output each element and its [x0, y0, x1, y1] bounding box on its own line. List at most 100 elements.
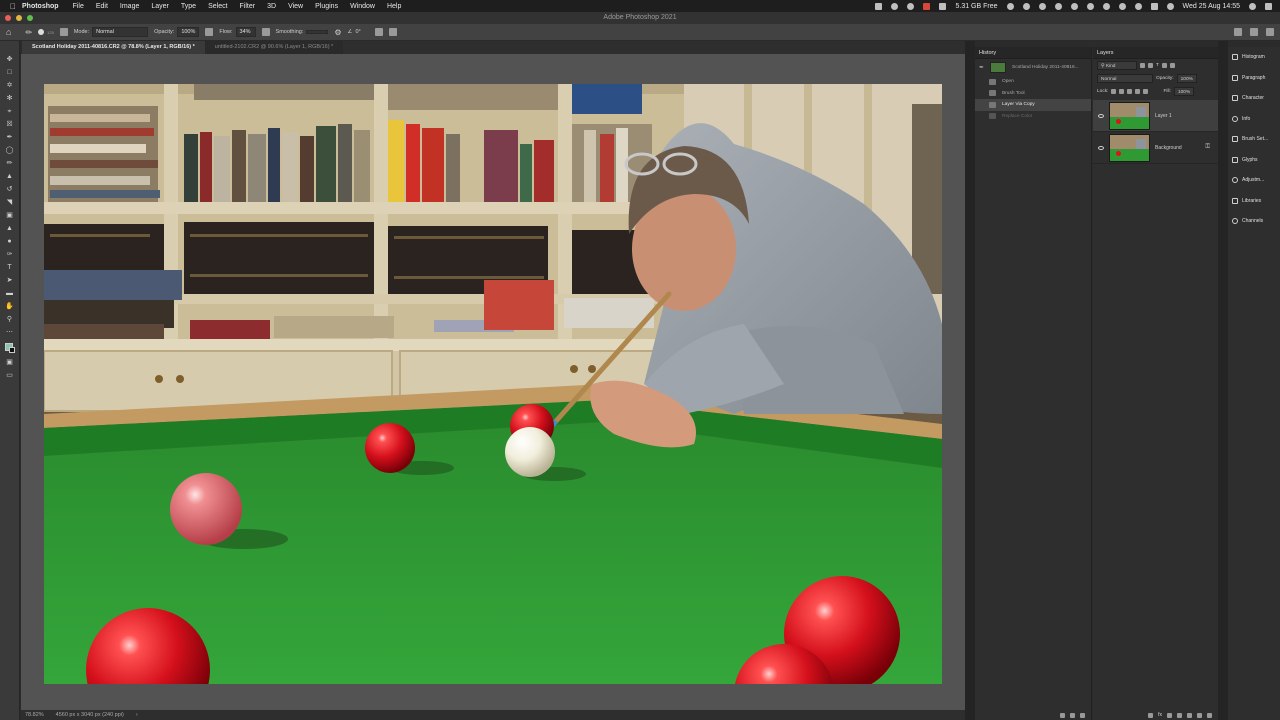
brush-size-picker[interactable]: 125 — [38, 29, 54, 35]
menu-select[interactable]: Select — [208, 3, 227, 10]
screen-mode-icon[interactable]: ▭ — [5, 372, 14, 380]
menu-app[interactable]: Photoshop — [22, 3, 59, 10]
shape-tool-icon[interactable]: ▬ — [5, 290, 14, 298]
mode-select[interactable]: Normal — [92, 27, 149, 37]
menu-view[interactable]: View — [288, 3, 303, 10]
adjustment-layer-icon[interactable] — [1177, 712, 1182, 718]
healing-tool-icon[interactable]: ◯ — [5, 147, 14, 155]
eraser-tool-icon[interactable]: ◥ — [5, 199, 14, 207]
wifi-icon[interactable] — [1118, 2, 1126, 10]
siri-icon[interactable] — [1166, 2, 1174, 10]
menu-plugins[interactable]: Plugins — [315, 3, 338, 10]
pen-tool-icon[interactable]: ✑ — [5, 251, 14, 259]
menu-help[interactable]: Help — [387, 3, 401, 10]
panel-adjustments[interactable]: Adjustm... — [1228, 170, 1280, 191]
gradient-tool-icon[interactable]: ▣ — [5, 212, 14, 220]
brush-settings-toggle[interactable] — [59, 28, 68, 36]
smart-filter-icon[interactable] — [1169, 63, 1175, 68]
record-icon[interactable] — [923, 2, 931, 10]
pressure-size-toggle[interactable] — [374, 28, 383, 36]
panel-character[interactable]: Character — [1228, 88, 1280, 109]
menu-edit[interactable]: Edit — [96, 3, 108, 10]
path-select-tool-icon[interactable]: ➤ — [5, 277, 14, 285]
history-brush-source-icon[interactable]: ✒ — [979, 64, 984, 71]
airbrush-toggle[interactable] — [261, 28, 270, 36]
layer-row-background[interactable]: Background ⚿ — [1093, 132, 1218, 164]
move-tool-icon[interactable]: ✥ — [5, 56, 14, 64]
share-icon[interactable] — [1266, 28, 1274, 36]
brush-status-icon[interactable] — [1006, 2, 1014, 10]
lock-all-icon[interactable] — [1143, 89, 1149, 94]
camera-icon[interactable] — [1070, 712, 1075, 718]
eye-icon[interactable] — [1098, 145, 1104, 150]
chevron-right-icon[interactable]: › — [136, 712, 138, 718]
folder-icon[interactable] — [1187, 712, 1192, 718]
adjust-filter-icon[interactable] — [1148, 63, 1153, 68]
tool-preset-picker[interactable]: ✏ — [25, 28, 32, 37]
menu-image[interactable]: Image — [120, 3, 139, 10]
control-center-icon[interactable] — [1265, 2, 1272, 10]
link-icon[interactable] — [1148, 712, 1154, 718]
frame-tool-icon[interactable]: ☒ — [5, 121, 14, 129]
type-filter-icon[interactable]: T — [1156, 63, 1159, 68]
memory-free[interactable]: 5.31 GB Free — [955, 3, 997, 10]
battery-icon[interactable] — [1150, 2, 1158, 10]
dodge-tool-icon[interactable]: ● — [5, 238, 14, 246]
type-tool-icon[interactable]: T — [5, 264, 14, 272]
lasso-tool-icon[interactable]: ✡ — [5, 82, 14, 90]
trash-icon[interactable] — [1080, 712, 1085, 718]
menu-3d[interactable]: 3D — [267, 3, 276, 10]
sync-icon[interactable] — [891, 2, 899, 10]
layers-title[interactable]: Layers — [1093, 47, 1218, 59]
smoothing-input[interactable] — [306, 30, 329, 34]
history-title[interactable]: History — [975, 47, 1091, 59]
background-color-icon[interactable] — [9, 347, 15, 353]
lock-move-icon[interactable] — [1127, 89, 1133, 94]
quick-mask-icon[interactable]: ▣ — [5, 359, 14, 367]
minimize-window-icon[interactable] — [16, 15, 22, 21]
eyedropper-tool-icon[interactable]: ✒ — [5, 134, 14, 142]
play-icon[interactable] — [1038, 2, 1046, 10]
kind-filter[interactable]: ⚲ Kind — [1097, 61, 1137, 70]
blur-tool-icon[interactable]: ▲ — [5, 225, 14, 233]
tab-untitled[interactable]: untitled-2102.CR2 @ 90.6% (Layer 1, RGB/… — [204, 41, 344, 54]
panel-glyphs[interactable]: Glyphs — [1228, 150, 1280, 171]
angle-input[interactable]: 0° — [355, 29, 360, 35]
shape-filter-icon[interactable] — [1161, 63, 1167, 68]
smoothing-options[interactable]: ⚙ — [334, 28, 341, 37]
lock-artboard-icon[interactable] — [1135, 89, 1141, 94]
history-item-replace-color[interactable]: Replace Color — [975, 111, 1091, 123]
layer-name[interactable]: Background — [1155, 145, 1182, 151]
document-image[interactable] — [44, 84, 942, 684]
blend-mode-select[interactable]: Normal — [1097, 74, 1153, 83]
panel-channels[interactable]: Channels — [1228, 211, 1280, 232]
menu-type[interactable]: Type — [181, 3, 196, 10]
eye-icon[interactable] — [1098, 113, 1104, 118]
user-icon[interactable] — [1134, 2, 1142, 10]
apple-icon[interactable]:  — [10, 2, 22, 11]
bluetooth-icon[interactable] — [1102, 2, 1110, 10]
document-dimensions[interactable]: 4560 px x 3040 px (240 ppi) — [56, 712, 124, 718]
history-snapshot[interactable]: ✒ Scotland Holiday 2011-40816... — [975, 59, 1091, 76]
new-document-icon[interactable] — [1060, 712, 1065, 718]
dropbox-icon[interactable] — [875, 2, 883, 10]
more-tools-icon[interactable]: ⋯ — [5, 329, 14, 337]
tab-scotland-holiday[interactable]: Scotland Holiday 2011-40816.CR2 @ 78.8% … — [22, 41, 205, 54]
panel-brush-settings[interactable]: Brush Set... — [1228, 129, 1280, 150]
search-icon[interactable] — [1234, 28, 1242, 36]
cloud-icon[interactable] — [907, 2, 915, 10]
home-button[interactable]: ⌂ — [6, 27, 11, 37]
close-window-icon[interactable] — [5, 15, 11, 21]
layer-opacity-input[interactable]: 100% — [1176, 74, 1197, 83]
marquee-tool-icon[interactable]: □ — [5, 69, 14, 77]
layer-row-layer1[interactable]: Layer 1 — [1093, 100, 1218, 132]
zoom-tool-icon[interactable]: ⚲ — [5, 316, 14, 324]
crop-tool-icon[interactable]: ⌖ — [5, 108, 14, 116]
layer-name[interactable]: Layer 1 — [1155, 113, 1172, 119]
history-item-layer-via-copy[interactable]: Layer Via Copy — [975, 99, 1091, 111]
lock-paint-icon[interactable] — [1119, 89, 1125, 94]
menu-file[interactable]: File — [73, 3, 84, 10]
volume-icon[interactable] — [1086, 2, 1094, 10]
hand-tool-icon[interactable]: ✋ — [5, 303, 14, 311]
fx-icon[interactable]: fx — [1158, 712, 1162, 718]
